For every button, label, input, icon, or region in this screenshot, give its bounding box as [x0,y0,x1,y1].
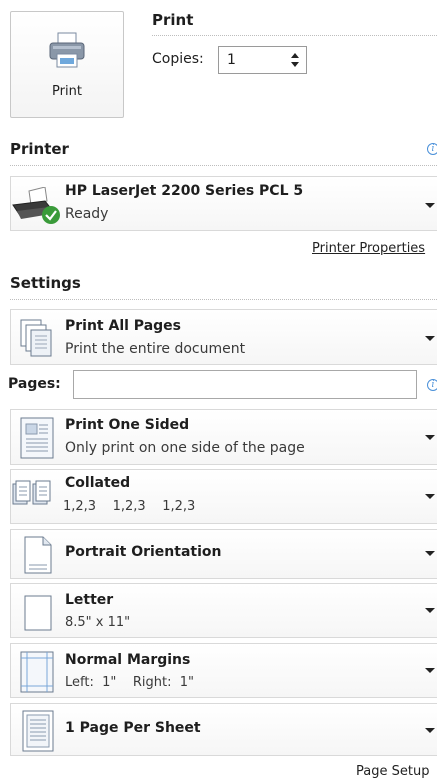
pages-label: Pages: [8,376,61,392]
settings-divider [10,299,437,300]
pages-stack-icon [20,319,52,357]
pages-input[interactable] [73,370,417,399]
settings-section-title: Settings [10,274,81,292]
print-button-label: Print [52,84,82,99]
printer-properties-link[interactable]: Printer Properties [312,241,425,256]
printer-icon [49,32,85,68]
print-range-dropdown[interactable]: Print All Pages Print the entire documen… [10,309,437,365]
printer-divider [10,165,437,166]
collation-dropdown[interactable]: Collated 1,2,3 1,2,3 1,2,3 [10,469,437,524]
printer-status: Ready [65,206,109,222]
portrait-icon [24,536,52,574]
pages-per-sheet-dropdown[interactable]: 1 Page Per Sheet [10,703,437,756]
print-range-title: Print All Pages [65,318,181,334]
copies-value: 1 [227,52,236,68]
printer-section-title: Printer [10,140,69,158]
collation-subtitle: 1,2,3 1,2,3 1,2,3 [63,499,196,514]
orientation-dropdown[interactable]: Portrait Orientation [10,529,437,579]
margins-icon [20,651,54,693]
spinner-arrows-icon[interactable] [290,50,300,70]
printer-info-icon[interactable]: i [427,143,437,155]
paper-size-subtitle: 8.5" x 11" [65,615,131,630]
printer-name: HP LaserJet 2200 Series PCL 5 [65,183,304,199]
chevron-down-icon [425,668,435,673]
sides-dropdown[interactable]: Print One Sided Only print on one side o… [10,409,437,465]
printer-dropdown[interactable]: HP LaserJet 2200 Series PCL 5 Ready [10,176,437,231]
printer-ready-icon [12,187,60,224]
margins-subtitle: Left: 1" Right: 1" [65,675,195,690]
chevron-down-icon [425,203,435,208]
page-setup-link[interactable]: Page Setup [356,764,429,779]
chevron-down-icon [425,608,435,613]
margins-dropdown[interactable]: Normal Margins Left: 1" Right: 1" [10,643,437,698]
chevron-down-icon [425,435,435,440]
pages-info-icon[interactable]: i [427,379,437,391]
chevron-down-icon [425,336,435,341]
orientation-title: Portrait Orientation [65,544,222,560]
print-range-subtitle: Print the entire document [65,341,246,357]
copies-stepper[interactable]: 1 [218,46,307,74]
collated-icon [12,480,51,505]
sides-subtitle: Only print on one side of the page [65,440,305,456]
sides-title: Print One Sided [65,417,190,433]
pages-per-sheet-title: 1 Page Per Sheet [65,720,201,736]
page-per-sheet-icon [22,710,54,752]
chevron-down-icon [425,551,435,556]
collation-title: Collated [65,475,131,491]
copies-label: Copies: [152,51,204,67]
chevron-down-icon [425,728,435,733]
print-button[interactable]: Print [10,11,124,118]
margins-title: Normal Margins [65,652,191,668]
print-section-title: Print [152,11,194,29]
chevron-down-icon [425,494,435,499]
one-sided-icon [20,417,54,459]
paper-size-title: Letter [65,592,114,608]
paper-size-dropdown[interactable]: Letter 8.5" x 11" [10,583,437,638]
print-divider [152,35,437,36]
letter-paper-icon [24,595,52,631]
